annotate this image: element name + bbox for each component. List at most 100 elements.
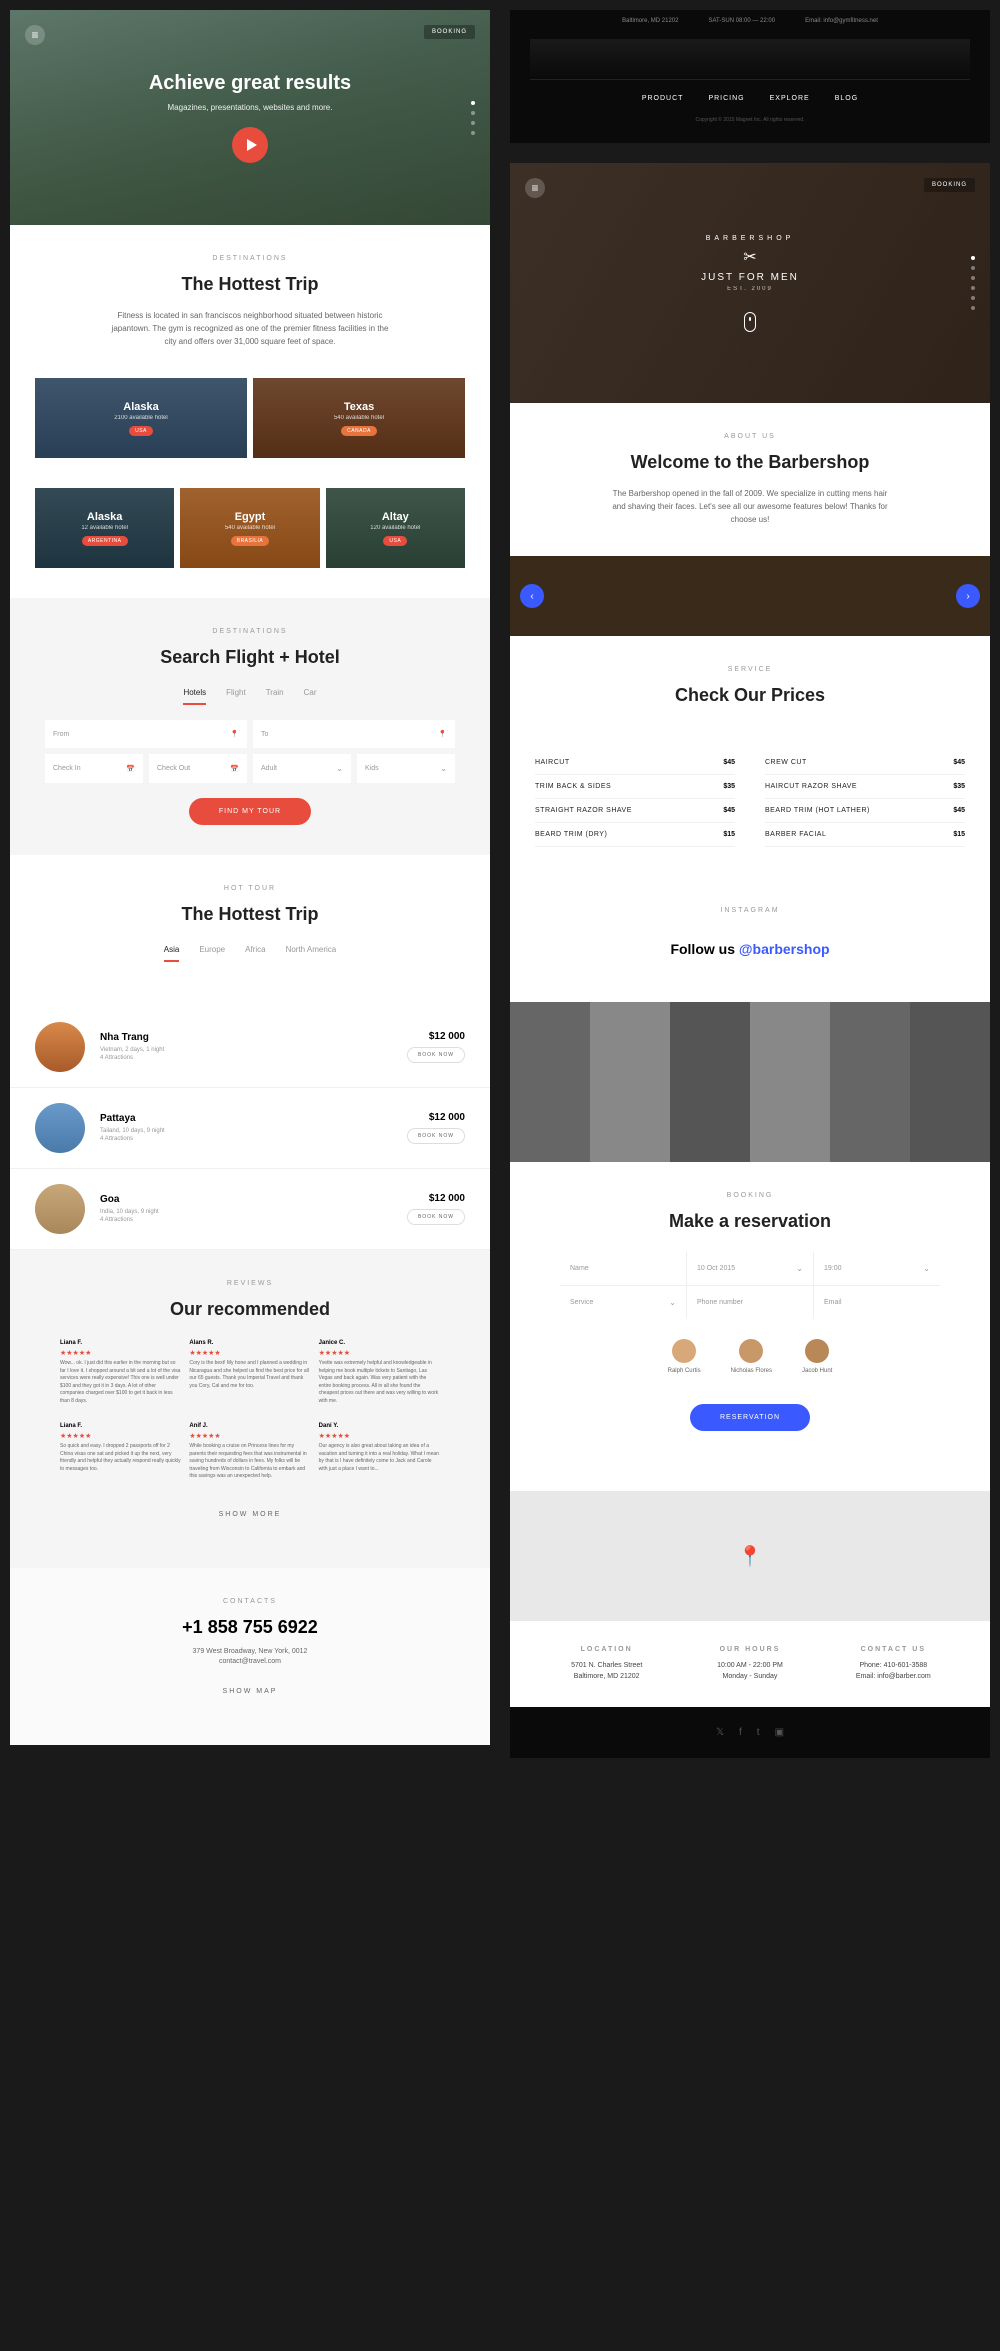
eyebrow: ABOUT US — [535, 433, 965, 440]
play-button[interactable] — [232, 127, 268, 163]
booking-button[interactable]: BOOKING — [924, 178, 975, 192]
checkout-input[interactable]: Check Out📅 — [149, 754, 247, 783]
price-row: BARBER FACIAL$15 — [765, 823, 965, 847]
nav-explore[interactable]: EXPLORE — [770, 95, 810, 102]
instagram-image[interactable] — [910, 1082, 990, 1162]
instagram-image[interactable] — [590, 1002, 670, 1082]
hero-subtitle: Magazines, presentations, websites and m… — [168, 103, 333, 112]
tour-image — [35, 1022, 85, 1072]
show-map-button[interactable]: SHOW MAP — [35, 1668, 465, 1715]
instagram-image[interactable] — [590, 1082, 670, 1162]
twitter-icon[interactable]: 𝕏 — [716, 1727, 724, 1738]
tour-item: PattayaTailand, 10 days, 9 night4 Attrac… — [10, 1088, 490, 1169]
avatar — [672, 1339, 696, 1363]
nav-pricing[interactable]: PRICING — [708, 95, 744, 102]
destination-card[interactable]: Altay 120 available hotel USA — [326, 488, 465, 568]
chevron-down-icon: ⌄ — [336, 764, 343, 773]
from-input[interactable]: From📍 — [45, 720, 247, 748]
menu-icon[interactable] — [25, 25, 45, 45]
calendar-icon: 📅 — [126, 765, 135, 773]
instagram-image[interactable] — [670, 1082, 750, 1162]
book-button[interactable]: BOOK NOW — [407, 1128, 465, 1144]
star-rating: ★★★★★ — [189, 1432, 310, 1440]
destination-card[interactable]: Alaska 12 available hotel ARGENTINA — [35, 488, 174, 568]
book-button[interactable]: BOOK NOW — [407, 1209, 465, 1225]
instagram-image[interactable] — [750, 1002, 830, 1082]
tour-image — [35, 1184, 85, 1234]
eyebrow: DESTINATIONS — [35, 255, 465, 262]
to-input[interactable]: To📍 — [253, 720, 455, 748]
date-select[interactable]: 10 Oct 2015⌄ — [687, 1252, 813, 1285]
barber-option[interactable]: Nicholas Flores — [731, 1339, 772, 1374]
star-rating: ★★★★★ — [60, 1349, 181, 1357]
tab-europe[interactable]: Europe — [199, 945, 225, 962]
eyebrow: CONTACTS — [35, 1598, 465, 1605]
instagram-handle[interactable]: @barbershop — [739, 941, 830, 957]
kids-select[interactable]: Kids⌄ — [357, 754, 455, 783]
phone-input[interactable]: Phone number — [687, 1286, 813, 1319]
destination-card[interactable]: Texas 540 available hotel CANADA — [253, 378, 465, 458]
avatar — [739, 1339, 763, 1363]
tab-africa[interactable]: Africa — [245, 945, 265, 962]
chevron-down-icon: ⌄ — [440, 764, 447, 773]
instagram-image[interactable] — [510, 1082, 590, 1162]
footer-location: LOCATION5701 N. Charles StreetBaltimore,… — [535, 1646, 678, 1682]
checkin-input[interactable]: Check In📅 — [45, 754, 143, 783]
section-desc: The Barbershop opened in the fall of 200… — [610, 488, 890, 526]
adult-select[interactable]: Adult⌄ — [253, 754, 351, 783]
menu-icon[interactable] — [525, 178, 545, 198]
nav-blog[interactable]: BLOG — [835, 95, 858, 102]
facebook-icon[interactable]: f — [739, 1727, 742, 1738]
service-select[interactable]: Service⌄ — [560, 1286, 686, 1319]
instagram-image[interactable] — [670, 1002, 750, 1082]
tour-item: Nha TrangVietnam, 2 days, 1 night4 Attra… — [10, 1007, 490, 1088]
location-icon: 📍 — [438, 730, 447, 738]
page-dots[interactable] — [971, 256, 975, 310]
review-item: Dani Y.★★★★★Our agency is also great abo… — [319, 1423, 440, 1491]
name-input[interactable]: Name — [560, 1252, 686, 1285]
chevron-down-icon: ⌄ — [669, 1298, 676, 1307]
instagram-image[interactable] — [750, 1082, 830, 1162]
gallery-prev-button[interactable]: ‹ — [520, 584, 544, 608]
logo-est: EST. 2009 — [701, 286, 799, 292]
email-input[interactable]: Email — [814, 1286, 940, 1319]
instagram-image[interactable] — [830, 1002, 910, 1082]
contacts-section: CONTACTS +1 858 755 6922 379 West Broadw… — [10, 1568, 490, 1745]
booking-button[interactable]: BOOKING — [424, 25, 475, 39]
tab-car[interactable]: Car — [304, 688, 317, 705]
destination-card[interactable]: Egypt 540 available hotel BRASILIA — [180, 488, 319, 568]
instagram-icon[interactable]: ▣ — [775, 1727, 784, 1738]
barber-option[interactable]: Jacob Hunt — [802, 1339, 832, 1374]
tab-asia[interactable]: Asia — [164, 945, 180, 962]
show-more-button[interactable]: SHOW MORE — [35, 1491, 465, 1538]
find-tour-button[interactable]: FIND MY TOUR — [189, 798, 311, 825]
map[interactable]: 📍 — [510, 1491, 990, 1621]
tab-flight[interactable]: Flight — [226, 688, 246, 705]
instagram-image[interactable] — [910, 1002, 990, 1082]
barber-option[interactable]: Ralph Curtis — [668, 1339, 701, 1374]
price-row: HAIRCUT RAZOR SHAVE$35 — [765, 775, 965, 799]
reservation-button[interactable]: RESERVATION — [690, 1404, 810, 1431]
scroll-icon — [744, 312, 756, 332]
tab-hotels[interactable]: Hotels — [183, 688, 206, 705]
star-rating: ★★★★★ — [189, 1349, 310, 1357]
instagram-image[interactable] — [510, 1002, 590, 1082]
destination-card[interactable]: Alaska 2100 available hotel USA — [35, 378, 247, 458]
gallery-next-button[interactable]: › — [956, 584, 980, 608]
eyebrow: REVIEWS — [35, 1280, 465, 1287]
instagram-image[interactable] — [830, 1082, 910, 1162]
tab-north-america[interactable]: North America — [286, 945, 337, 962]
address: 379 West Broadway, New York, 0012 — [35, 1648, 465, 1655]
section-title: Check Our Prices — [535, 685, 965, 706]
star-rating: ★★★★★ — [319, 1349, 440, 1357]
section-title: Search Flight + Hotel — [35, 647, 465, 668]
tumblr-icon[interactable]: t — [757, 1727, 760, 1738]
eyebrow: HOT TOUR — [35, 885, 465, 892]
nav-product[interactable]: PRODUCT — [642, 95, 684, 102]
tab-train[interactable]: Train — [266, 688, 284, 705]
instagram-grid — [510, 1002, 990, 1162]
time-select[interactable]: 19:00⌄ — [814, 1252, 940, 1285]
page-dots[interactable] — [471, 101, 475, 135]
footer-hours: OUR HOURS10:00 AM - 22:00 PMMonday - Sun… — [678, 1646, 821, 1682]
book-button[interactable]: BOOK NOW — [407, 1047, 465, 1063]
